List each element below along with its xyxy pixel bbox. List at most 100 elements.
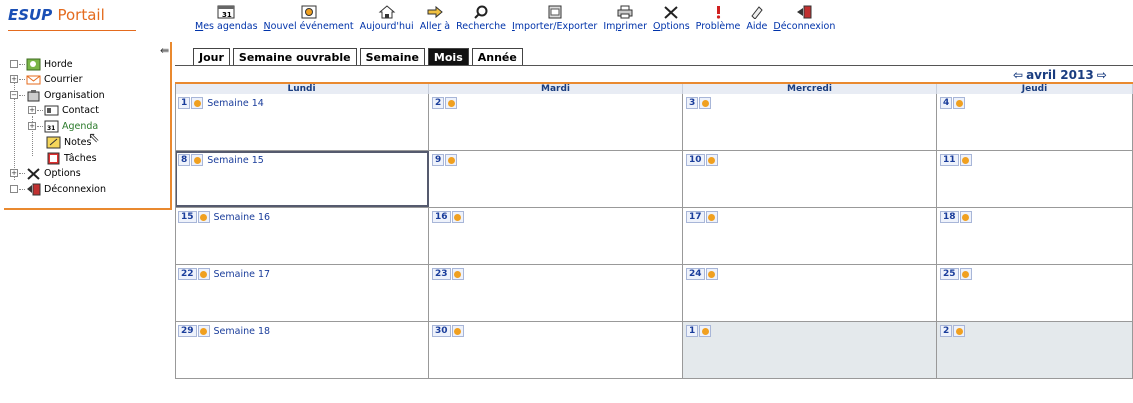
add-event-icon[interactable] [191,154,204,166]
add-event-icon[interactable] [959,154,972,166]
toolbar-mes-agendas[interactable]: 31 Mes agendas [195,4,258,34]
add-event-icon[interactable] [445,154,458,166]
toolbar-aujourdhui[interactable]: Aujourd'hui [360,4,414,34]
expand-icon[interactable]: + [10,169,18,177]
day-number[interactable]: 16 [432,211,451,223]
day-number[interactable]: 24 [686,268,705,280]
day-cell[interactable]: 18 [937,208,1133,264]
expand-icon[interactable]: + [28,106,36,114]
day-number[interactable]: 23 [432,268,451,280]
day-cell[interactable]: 24 [683,265,937,321]
sidebar-item-notes[interactable]: Notes [46,135,91,149]
expand-icon[interactable]: + [28,122,36,130]
day-cell-other-month[interactable]: 2 [937,322,1133,378]
add-event-icon[interactable] [705,211,718,223]
day-cell[interactable]: 3 [683,94,937,150]
expand-icon[interactable]: + [10,75,18,83]
day-number[interactable]: 4 [940,97,953,109]
month-navigation: ⇦ avril 2013 ⇨ [1013,68,1107,82]
next-month-icon[interactable]: ⇨ [1097,68,1107,82]
day-cell-other-month[interactable]: 1 [683,322,937,378]
add-event-icon[interactable] [953,325,966,337]
sidebar-item-organisation[interactable]: − Organisation [10,88,105,102]
day-cell[interactable]: 11 [937,151,1133,207]
sidebar-item-label: Contact [62,104,99,116]
day-cell[interactable]: 25 [937,265,1133,321]
day-number[interactable]: 29 [178,325,197,337]
add-event-icon[interactable] [197,268,210,280]
add-event-icon[interactable] [699,97,712,109]
week-link[interactable]: Semaine 18 [214,326,271,337]
add-event-icon[interactable] [959,211,972,223]
day-number[interactable]: 1 [686,325,699,337]
day-cell[interactable]: 4 [937,94,1133,150]
tab-jour[interactable]: Jour [193,48,230,65]
add-event-icon[interactable] [197,325,210,337]
add-event-icon[interactable] [705,154,718,166]
sidebar-item-courrier[interactable]: + Courrier [10,72,83,86]
day-number[interactable]: 25 [940,268,959,280]
previous-month-icon[interactable]: ⇦ [1013,68,1023,82]
day-cell[interactable]: 23 [429,265,683,321]
esup-portail-logo[interactable]: ESUP Portail [8,6,105,24]
day-cell[interactable]: 10 [683,151,937,207]
add-event-icon[interactable] [451,325,464,337]
toolbar-probleme[interactable]: Problème [696,4,740,34]
week-link[interactable]: Semaine 17 [214,269,271,280]
tab-semaine[interactable]: Semaine [359,48,425,65]
tab-mois[interactable]: Mois [427,48,469,65]
add-event-icon[interactable] [959,268,972,280]
week-link[interactable]: Semaine 14 [207,98,264,109]
add-event-icon[interactable] [705,268,718,280]
add-event-icon[interactable] [191,97,204,109]
day-number[interactable]: 9 [432,154,445,166]
add-event-icon[interactable] [445,97,458,109]
week-link[interactable]: Semaine 16 [214,212,271,223]
day-number[interactable]: 10 [686,154,705,166]
day-number[interactable]: 15 [178,211,197,223]
day-cell[interactable]: 15 Semaine 16 [175,208,429,264]
day-number[interactable]: 30 [432,325,451,337]
day-cell[interactable]: 9 [429,151,683,207]
toolbar-aide[interactable]: Aide [746,4,767,34]
toolbar-imprimer[interactable]: Imprimer [603,4,647,34]
day-cell[interactable]: 30 [429,322,683,378]
day-cell[interactable]: 22 Semaine 17 [175,265,429,321]
add-event-icon[interactable] [451,268,464,280]
sidebar-item-deconnexion[interactable]: Déconnexion [10,182,106,196]
day-cell[interactable]: 17 [683,208,937,264]
tab-semaine-ouvrable[interactable]: Semaine ouvrable [232,48,357,65]
sidebar-item-taches[interactable]: Tâches [46,151,97,165]
add-event-icon[interactable] [197,211,210,223]
collapse-sidebar-icon[interactable]: ⇚ [160,44,169,57]
toolbar-aller-a[interactable]: Aller à [420,4,450,34]
collapse-icon[interactable]: − [10,91,18,99]
day-number[interactable]: 2 [940,325,953,337]
sidebar-item-contact[interactable]: + Contact [28,103,99,117]
day-cell[interactable]: 29 Semaine 18 [175,322,429,378]
toolbar-options[interactable]: Options [653,4,690,34]
week-link[interactable]: Semaine 15 [207,155,264,166]
toolbar-nouvel-evenement[interactable]: Nouvel événement [264,4,354,34]
day-number[interactable]: 1 [178,97,191,109]
day-cell[interactable]: 2 [429,94,683,150]
toolbar-deconnexion[interactable]: Déconnexion [773,4,835,34]
day-cell[interactable]: 1 Semaine 14 [175,94,429,150]
sidebar-item-horde[interactable]: Horde [10,57,73,71]
sidebar-item-options[interactable]: + Options [10,166,81,180]
day-number[interactable]: 11 [940,154,959,166]
day-number[interactable]: 22 [178,268,197,280]
toolbar-importer-exporter[interactable]: Importer/Exporter [512,4,597,34]
day-cell-selected[interactable]: 8 Semaine 15 [175,151,429,207]
tab-annee[interactable]: Année [471,48,523,65]
day-number[interactable]: 18 [940,211,959,223]
day-number[interactable]: 17 [686,211,705,223]
add-event-icon[interactable] [953,97,966,109]
day-number[interactable]: 8 [178,154,191,166]
day-number[interactable]: 2 [432,97,445,109]
add-event-icon[interactable] [451,211,464,223]
day-number[interactable]: 3 [686,97,699,109]
toolbar-recherche[interactable]: Recherche [456,4,506,34]
add-event-icon[interactable] [699,325,712,337]
day-cell[interactable]: 16 [429,208,683,264]
